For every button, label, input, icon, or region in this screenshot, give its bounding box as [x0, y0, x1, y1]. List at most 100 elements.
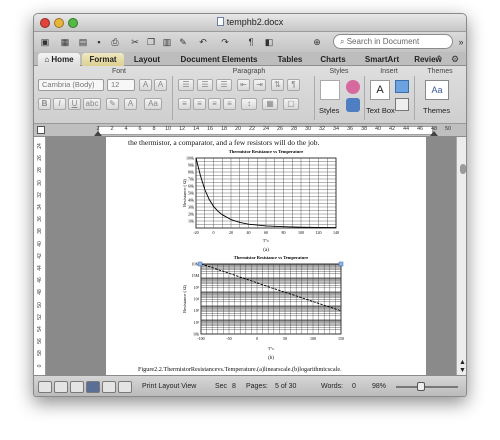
collapse-ribbon-icon[interactable]: ⌃ [432, 52, 446, 66]
bold-button[interactable]: B [38, 98, 51, 110]
focus-view-icon[interactable] [118, 381, 132, 393]
chart-b-ytick: 10² [194, 320, 200, 325]
tab-home[interactable]: ⌂ Home [38, 53, 80, 66]
highlight-icon[interactable]: ✎ [106, 98, 119, 110]
view-mode-label: Print Layout View [142, 383, 197, 390]
vertical-scrollbar[interactable]: ▲ ▼ [456, 137, 466, 375]
vertical-ruler-label: 28 [37, 167, 43, 174]
align-left-icon[interactable]: ≡ [178, 98, 191, 110]
document-page[interactable]: the thermistor, a comparator, and a few … [106, 137, 426, 375]
zoom-icon[interactable]: ⊕ [310, 35, 324, 49]
chart-b-ytick: 15M [191, 273, 199, 278]
chart-b-selection-handle[interactable] [197, 261, 203, 267]
document-area[interactable]: the thermistor, a comparator, and a few … [46, 137, 456, 375]
undo-icon[interactable]: ↶ [196, 35, 210, 49]
insert-group-title: Insert [380, 68, 398, 75]
vertical-ruler-label: 30 [37, 179, 43, 186]
styles-pane-icon[interactable] [346, 80, 360, 94]
sort-icon[interactable]: ⇅ [271, 79, 284, 91]
clear-format-icon[interactable]: A [154, 79, 167, 91]
font-size-select[interactable]: 12 [107, 79, 135, 91]
tab-layout[interactable]: Layout [127, 53, 167, 66]
change-case-icon[interactable]: Aa [144, 98, 162, 110]
horizontal-ruler[interactable]: 2 2 4 6 8 10 12 14 16 18 20 22 24 26 28 30 32 34 36 38 40 42 4… [34, 124, 466, 137]
picture-icon[interactable] [395, 98, 409, 111]
chart-a-ylabel: Resistance ( Ω) [182, 179, 187, 207]
tab-stop-selector-icon[interactable] [37, 126, 45, 134]
justify-icon[interactable]: ≡ [223, 98, 236, 110]
zoom-level: 98% [372, 383, 387, 390]
print-icon[interactable]: ⎙ [108, 35, 122, 49]
tab-format[interactable]: Format [82, 53, 124, 66]
vertical-ruler-label: 46 [37, 277, 43, 283]
tab-document-elements[interactable]: Document Elements [171, 53, 267, 66]
text-box-label[interactable]: Text Box [366, 106, 395, 115]
styles-gallery-icon[interactable] [320, 80, 340, 100]
toolbar-overflow-icon[interactable]: » [454, 35, 466, 49]
vertical-ruler-label: 48 [37, 289, 43, 296]
search-input[interactable]: ⌕ Search in Document [333, 34, 453, 49]
chart-b-selection-handle[interactable] [338, 261, 344, 267]
zoom-slider-thumb[interactable] [417, 382, 425, 391]
save-icon[interactable]: ▪ [92, 35, 106, 49]
format-painter-icon[interactable]: ✎ [176, 35, 190, 49]
tab-smartart[interactable]: SmartArt [357, 53, 407, 66]
indent-marker-icon[interactable] [94, 131, 102, 136]
shape-icon[interactable] [395, 80, 409, 93]
strikethrough-button[interactable]: abc [83, 98, 101, 110]
show-paragraph-marks-icon[interactable]: ¶ [287, 79, 300, 91]
paste-icon[interactable]: ▥ [160, 35, 174, 49]
numbering-icon[interactable]: ☰ [197, 79, 213, 91]
font-name-select[interactable]: Cambria (Body) [38, 79, 104, 91]
chart-b-xtick: -100 [197, 336, 204, 341]
themes-label[interactable]: Themes [423, 106, 450, 115]
borders-icon[interactable]: ▢ [283, 98, 299, 110]
chart-a-xlabel: T°c [263, 238, 270, 243]
chart-log: Thermistor Resistance vs Temperature -10… [182, 255, 344, 361]
underline-button[interactable]: U [68, 98, 81, 110]
print-layout-view-icon[interactable] [86, 381, 100, 393]
publishing-view-icon[interactable] [70, 381, 84, 393]
tab-charts[interactable]: Charts [312, 53, 354, 66]
new-document-icon[interactable]: ▣ [38, 35, 52, 49]
sidebar-icon[interactable]: ◧ [262, 35, 276, 49]
right-indent-marker-icon[interactable] [430, 131, 438, 136]
grow-font-icon[interactable]: A [139, 79, 152, 91]
align-right-icon[interactable]: ≡ [208, 98, 221, 110]
bullets-icon[interactable]: ☰ [178, 79, 194, 91]
chart-a-xtick: 40 [247, 230, 251, 235]
themes-gallery-icon[interactable]: Aa [425, 80, 449, 100]
scrollbar-thumb[interactable] [460, 164, 466, 174]
show-formatting-icon[interactable]: ¶ [244, 35, 258, 49]
ruler-label: 6 [138, 126, 142, 132]
scroll-up-icon[interactable]: ▲ [459, 359, 466, 366]
copy-icon[interactable]: ❐ [144, 35, 158, 49]
italic-button[interactable]: I [53, 98, 66, 110]
styles-button-label[interactable]: Styles [319, 106, 339, 115]
quick-styles-icon[interactable] [346, 98, 360, 112]
ribbon-settings-icon[interactable]: ⚙ [448, 52, 462, 66]
draft-view-icon[interactable] [38, 381, 52, 393]
chart-b-ylabel: Resistance ( Ω) [182, 285, 187, 313]
decrease-indent-icon[interactable]: ⇤ [237, 79, 250, 91]
vertical-ruler[interactable]: 24 26 28 30 32 34 36 38 40 42 44 46 48 50 52 54 56 58 0 [34, 137, 46, 375]
open-icon[interactable]: ▤ [76, 35, 90, 49]
document-icon [216, 17, 224, 26]
multilevel-list-icon[interactable]: ☰ [216, 79, 232, 91]
align-center-icon[interactable]: ≡ [193, 98, 206, 110]
templates-icon[interactable]: ▦ [58, 35, 72, 49]
zoom-slider[interactable] [396, 386, 458, 388]
redo-icon[interactable]: ↷ [218, 35, 232, 49]
shading-icon[interactable]: ▦ [262, 98, 278, 110]
notebook-view-icon[interactable] [102, 381, 116, 393]
ruler-label: 4 [124, 126, 128, 132]
increase-indent-icon[interactable]: ⇥ [253, 79, 266, 91]
line-spacing-icon[interactable]: ↕ [241, 98, 257, 110]
scroll-down-icon[interactable]: ▼ [459, 367, 466, 374]
chart-a-ytick: 100k [186, 156, 194, 161]
tab-tables[interactable]: Tables [270, 53, 310, 66]
font-color-icon[interactable]: A [124, 98, 137, 110]
text-box-icon[interactable]: A [370, 80, 390, 100]
outline-view-icon[interactable] [54, 381, 68, 393]
cut-icon[interactable]: ✂ [128, 35, 142, 49]
